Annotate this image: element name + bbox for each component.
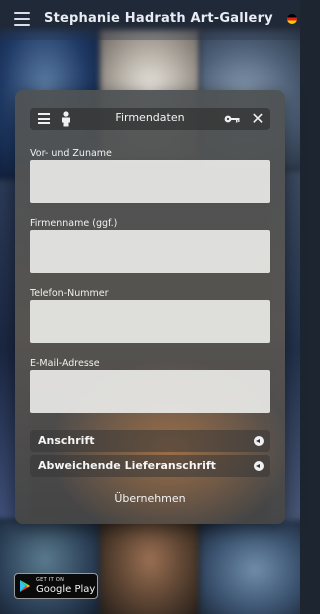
phone-label: Telefon-Nummer (30, 288, 109, 299)
gallery-artwork[interactable] (200, 520, 300, 614)
gallery-artwork[interactable] (0, 520, 100, 614)
german-flag-icon[interactable] (287, 14, 297, 24)
company-label: Firmenname (ggf.) (30, 218, 118, 229)
dialog-header: Firmendaten ✕ (30, 108, 270, 130)
app-bar: Stephanie Hadrath Art-Gallery (0, 0, 300, 40)
key-icon[interactable] (224, 112, 240, 126)
badge-big-text: Google Play (36, 584, 96, 595)
hamburger-menu-icon[interactable] (14, 12, 30, 26)
address-section-label: Anschrift (38, 434, 95, 447)
expand-arrow-icon[interactable] (254, 436, 264, 446)
delivery-address-section-label: Abweichende Lieferanschrift (38, 459, 216, 472)
gallery-artwork[interactable] (100, 520, 200, 614)
company-field[interactable] (30, 230, 270, 273)
email-field[interactable] (30, 370, 270, 413)
delivery-address-section[interactable]: Abweichende Lieferanschrift (30, 455, 270, 477)
company-data-dialog: Firmendaten ✕ Vor- und Zuname Firmenname… (15, 90, 285, 524)
name-field[interactable] (30, 160, 270, 203)
address-section[interactable]: Anschrift (30, 430, 270, 452)
email-label: E-Mail-Adresse (30, 358, 100, 369)
close-icon[interactable]: ✕ (250, 109, 266, 129)
google-play-icon (20, 580, 30, 592)
phone-field[interactable] (30, 300, 270, 343)
badge-small-text: GET IT ON (36, 577, 65, 583)
expand-arrow-icon[interactable] (254, 461, 264, 471)
submit-button[interactable]: Übernehmen (15, 492, 285, 505)
app-title: Stephanie Hadrath Art-Gallery (44, 11, 273, 26)
name-label: Vor- und Zuname (30, 148, 112, 159)
google-play-badge[interactable]: GET IT ON Google Play (14, 573, 98, 599)
